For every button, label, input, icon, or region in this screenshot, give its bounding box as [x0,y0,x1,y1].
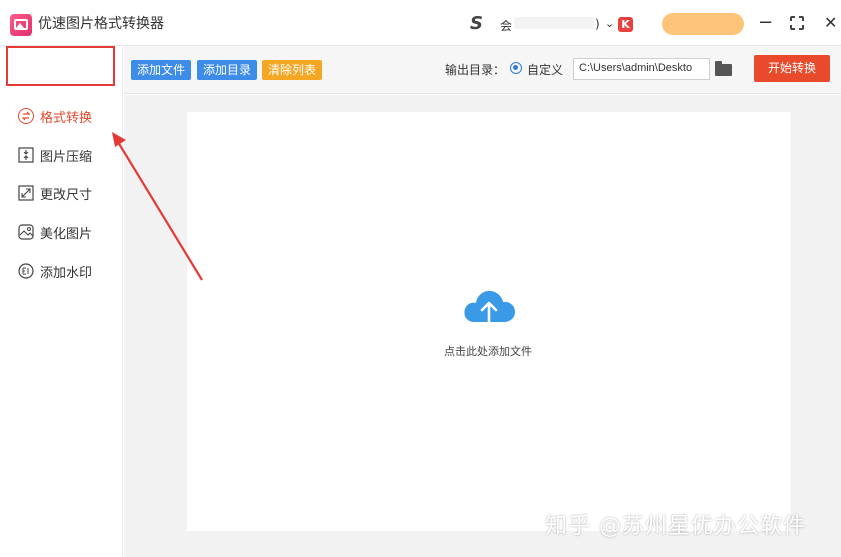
minimize-icon[interactable]: − [758,12,773,33]
account-label[interactable]: 会 [500,17,512,34]
resize-icon [18,185,34,201]
account-dropdown-icon[interactable]: ⌄ [605,17,614,30]
compress-icon [18,147,34,163]
vip-badge-icon: K [618,17,633,32]
sidebar-item-compress[interactable]: 图片压缩 [18,144,92,166]
start-convert-button[interactable]: 开始转换 [754,55,830,82]
account-name-redacted [514,17,594,29]
watermark-icon [18,263,34,279]
custom-output-label[interactable]: 自定义 [527,61,563,78]
upgrade-vip-button[interactable] [662,13,744,35]
toolbar: 添加文件 添加目录 清除列表 输出目录： 自定义 C:\Users\admin\… [124,46,841,94]
sidebar-item-watermark[interactable]: 添加水印 [18,260,92,282]
cloud-upload-icon[interactable] [462,288,516,326]
highlight-annotation-box [6,46,115,86]
sidebar-item-label: 添加水印 [40,265,93,281]
drop-hint-text[interactable]: 点击此处添加文件 [0,343,841,359]
app-title: 优速图片格式转换器 [38,16,164,32]
output-dir-label: 输出目录： [445,63,506,77]
app-logo-icon [10,14,32,36]
source-watermark: 知乎 @苏州星优办公软件 [545,514,806,539]
clear-list-button[interactable]: 清除列表 [262,60,323,80]
sidebar-item-label: 美化图片 [40,226,93,242]
sidebar-item-label: 图片压缩 [40,149,93,165]
custom-output-radio[interactable] [510,62,522,74]
sidebar-item-label: 更改尺寸 [40,187,93,203]
title-bar: 优速图片格式转换器 S 会 ) ⌄ K − ✕ [0,0,841,46]
sidebar-item-label: 格式转换 [40,110,93,126]
maximize-icon[interactable] [789,15,805,31]
convert-icon [18,108,34,124]
beautify-icon [18,224,34,240]
sidebar-item-format-convert[interactable]: 格式转换 [18,105,92,127]
sidebar-item-resize[interactable]: 更改尺寸 [18,182,92,204]
sidebar-item-beautify[interactable]: 美化图片 [18,221,92,243]
add-directory-button[interactable]: 添加目录 [197,60,258,80]
output-path-field[interactable]: C:\Users\admin\Deskto [573,58,710,80]
folder-icon[interactable] [715,61,732,76]
sidebar: 格式转换 图片压缩 更改尺寸 美化图片 添加水印 [0,46,123,557]
close-icon[interactable]: ✕ [824,13,837,32]
add-file-button[interactable]: 添加文件 [131,60,192,80]
account-suffix: ) [595,17,600,31]
vip-logo-icon: S [470,13,483,34]
